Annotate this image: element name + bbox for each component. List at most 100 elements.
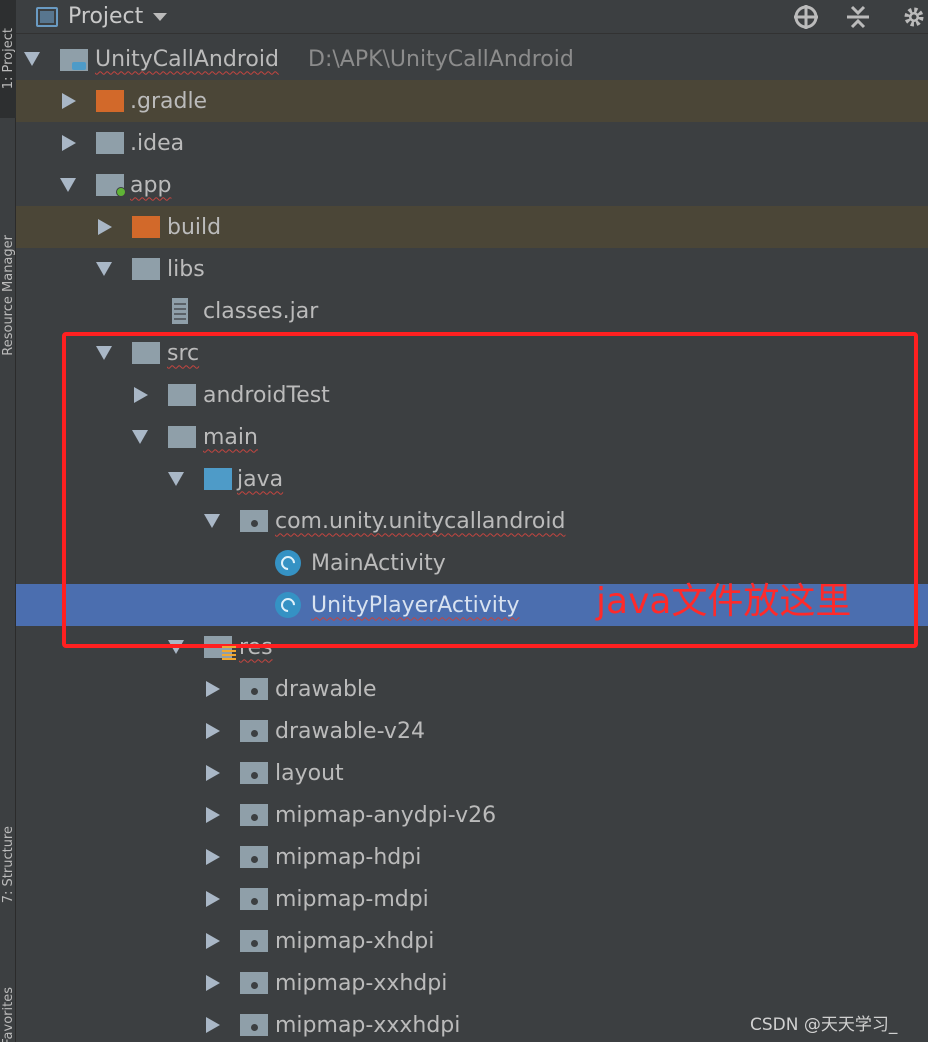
folder-label: layout [275, 760, 344, 786]
tree-row-mipmap-hdpi[interactable]: mipmap-hdpi [16, 836, 928, 878]
expand-arrow-icon[interactable] [132, 430, 148, 444]
tree-row-drawable[interactable]: drawable [16, 668, 928, 710]
folder-label: mipmap-xhdpi [275, 928, 435, 954]
tab-project[interactable]: 1: Project [0, 0, 16, 118]
tree-row-mipmap-anydpi-v26[interactable]: mipmap-anydpi-v26 [16, 794, 928, 836]
gear-icon [904, 7, 924, 27]
expand-arrow-icon[interactable] [168, 472, 184, 486]
folder-label: mipmap-xxhdpi [275, 970, 448, 996]
java-class-icon [275, 550, 301, 576]
watermark: CSDN @天天学习_ [750, 1015, 898, 1035]
expand-arrow-icon[interactable] [168, 640, 184, 654]
folder-icon [132, 258, 160, 280]
tree-row-androidtest[interactable]: androidTest [16, 374, 928, 416]
crosshair-icon [794, 5, 818, 29]
folder-label: mipmap-mdpi [275, 886, 429, 912]
expand-arrow-icon[interactable] [206, 1017, 220, 1033]
tree-row-res[interactable]: res [16, 626, 928, 668]
module-folder-icon [60, 49, 88, 71]
folder-label: mipmap-anydpi-v26 [275, 802, 497, 828]
tree-row-project-root[interactable]: UnityCallAndroid D:\APK\UnityCallAndroid [16, 38, 928, 80]
resource-folder-icon [240, 972, 268, 994]
expand-arrow-icon[interactable] [96, 262, 112, 276]
tree-row-mipmap-xhdpi[interactable]: mipmap-xhdpi [16, 920, 928, 962]
file-label: classes.jar [203, 298, 319, 324]
tab-favorites[interactable]: Favorites [0, 986, 16, 1042]
folder-label: drawable-v24 [275, 718, 425, 744]
expand-arrow-icon[interactable] [206, 891, 220, 907]
annotation-text: java文件放这里 [596, 581, 852, 622]
excluded-folder-icon [96, 90, 124, 112]
class-label: MainActivity [311, 550, 446, 576]
folder-label: androidTest [203, 382, 330, 408]
folder-icon [168, 426, 196, 448]
tab-favorites-label: Favorites [0, 986, 16, 1042]
tree-row-java[interactable]: java [16, 458, 928, 500]
expand-arrow-icon[interactable] [24, 52, 40, 66]
expand-arrow-icon[interactable] [134, 387, 148, 403]
expand-arrow-icon[interactable] [206, 975, 220, 991]
chevron-down-icon[interactable] [153, 12, 168, 21]
expand-arrow-icon[interactable] [206, 765, 220, 781]
tool-window-strip: 1: Project Resource Manager 7: Structure… [0, 0, 16, 1042]
tree-row-gradle[interactable]: .gradle [16, 80, 928, 122]
settings-button[interactable] [900, 3, 928, 31]
tree-row-mipmap-mdpi[interactable]: mipmap-mdpi [16, 878, 928, 920]
collapse-icon [847, 5, 869, 29]
folder-icon [132, 342, 160, 364]
folder-icon [96, 132, 124, 154]
package-icon [240, 510, 268, 532]
class-label: UnityPlayerActivity [311, 592, 520, 618]
tab-resource-manager[interactable]: Resource Manager [0, 175, 16, 415]
java-class-icon [275, 592, 301, 618]
folder-label: mipmap-hdpi [275, 844, 422, 870]
resource-folder-icon [240, 762, 268, 784]
collapse-all-button[interactable] [844, 3, 872, 31]
expand-arrow-icon[interactable] [62, 93, 76, 109]
folder-label: app [130, 172, 172, 198]
tree-row-libs[interactable]: libs [16, 248, 928, 290]
project-name: UnityCallAndroid [95, 46, 279, 72]
expand-arrow-icon[interactable] [206, 807, 220, 823]
folder-label: main [203, 424, 258, 450]
locate-file-button[interactable] [792, 3, 820, 31]
expand-arrow-icon[interactable] [206, 933, 220, 949]
folder-label: libs [167, 256, 205, 282]
tree-row-layout[interactable]: layout [16, 752, 928, 794]
folder-label: .idea [130, 130, 185, 156]
expand-arrow-icon[interactable] [204, 514, 220, 528]
folder-label: src [167, 340, 200, 366]
project-tree: UnityCallAndroid D:\APK\UnityCallAndroid… [16, 38, 928, 1042]
tab-project-label: 1: Project [0, 28, 16, 90]
tree-row-app[interactable]: app [16, 164, 928, 206]
folder-label: res [239, 634, 273, 660]
project-path: D:\APK\UnityCallAndroid [308, 46, 574, 72]
folder-label: .gradle [130, 88, 208, 114]
expand-arrow-icon[interactable] [62, 135, 76, 151]
folder-label: mipmap-xxxhdpi [275, 1012, 461, 1038]
expand-arrow-icon[interactable] [206, 681, 220, 697]
project-panel-header: Project [16, 0, 928, 34]
expand-arrow-icon[interactable] [96, 346, 112, 360]
tree-row-drawable-v24[interactable]: drawable-v24 [16, 710, 928, 752]
tree-row-package[interactable]: com.unity.unitycallandroid [16, 500, 928, 542]
resource-folder-icon [240, 678, 268, 700]
expand-arrow-icon[interactable] [206, 723, 220, 739]
resource-folder-icon [204, 636, 236, 660]
tree-row-main[interactable]: main [16, 416, 928, 458]
folder-icon [168, 384, 196, 406]
resource-folder-icon [240, 1014, 268, 1036]
expand-arrow-icon[interactable] [60, 178, 76, 192]
tree-row-classes-jar[interactable]: classes.jar [16, 290, 928, 332]
tree-row-src[interactable]: src [16, 332, 928, 374]
tab-structure[interactable]: 7: Structure [0, 790, 16, 940]
panel-title[interactable]: Project [68, 4, 143, 29]
folder-label: java [237, 466, 284, 492]
tree-row-build[interactable]: build [16, 206, 928, 248]
expand-arrow-icon[interactable] [206, 849, 220, 865]
tree-row-idea[interactable]: .idea [16, 122, 928, 164]
expand-arrow-icon[interactable] [98, 219, 112, 235]
source-root-folder-icon [204, 468, 232, 490]
tree-row-mipmap-xxhdpi[interactable]: mipmap-xxhdpi [16, 962, 928, 1004]
tab-structure-label: 7: Structure [0, 826, 16, 904]
